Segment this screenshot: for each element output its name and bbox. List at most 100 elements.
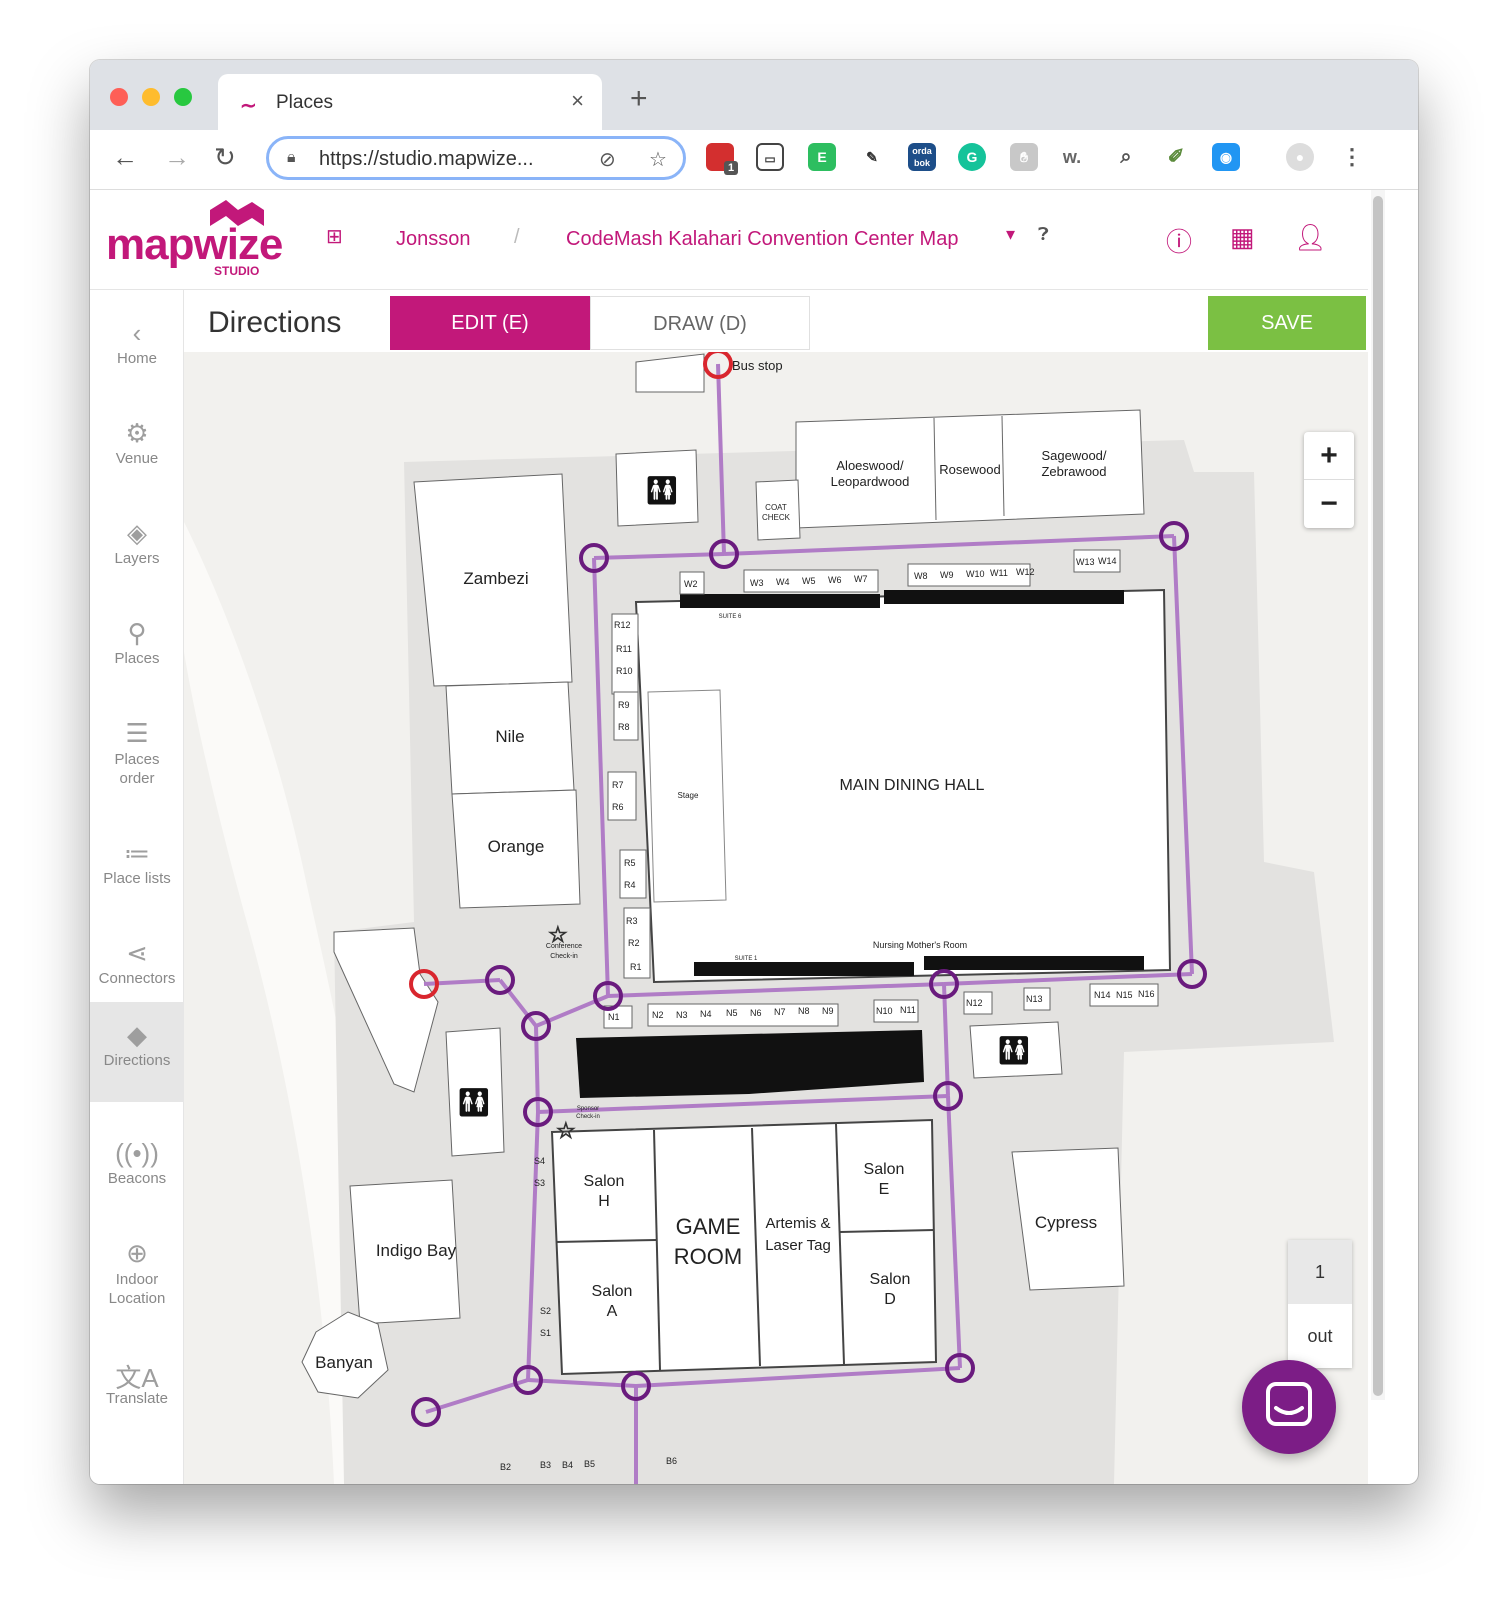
ordbok-extension-icon[interactable]: orda bok	[908, 143, 936, 171]
profile-avatar-icon[interactable]: ●	[1286, 143, 1314, 171]
building-icon[interactable]: ▦	[1230, 222, 1255, 253]
zoom-in-button[interactable]: +	[1304, 432, 1354, 480]
booth-label: N8	[798, 1006, 810, 1016]
booth-label: N16	[1138, 989, 1155, 999]
booth-label: W5	[802, 576, 816, 586]
booth-label: R5	[624, 858, 636, 868]
booth-label: R7	[612, 780, 624, 790]
booth-label: N13	[1026, 994, 1043, 1004]
floor-out-button[interactable]: out	[1288, 1304, 1352, 1368]
mapwize-studio-app: mapwize STUDIO ⊞ Jonsson / CodeMash Kala…	[90, 190, 1418, 1484]
grammarly-extension-icon[interactable]: G	[958, 143, 986, 171]
help-icon[interactable]: ⓘ	[1166, 222, 1192, 259]
booth-label: W9	[940, 570, 954, 580]
dropper-extension-icon[interactable]: ✐	[1162, 143, 1190, 171]
location-pin-icon: ⚲	[127, 618, 147, 648]
evernote-extension-icon[interactable]: E	[808, 143, 836, 171]
organization-link[interactable]: Jonsson	[396, 228, 471, 251]
sidebar-item-places[interactable]: ⚲ Places	[90, 600, 184, 700]
star-icon[interactable]: ☆	[649, 147, 667, 172]
booth-label: N5	[726, 1008, 738, 1018]
layers-icon: ◈	[127, 518, 147, 548]
sidebar-item-translate[interactable]: 文A Translate	[90, 1340, 184, 1440]
map-canvas[interactable]: Bus stop Aloeswood/ Leopardwood Rosewood…	[184, 349, 1368, 1484]
sidebar-item-venue[interactable]: ⚙︎ Venue	[90, 400, 184, 500]
room-label-salon-d-letter: D	[884, 1291, 896, 1308]
floor-plan[interactable]: Bus stop Aloeswood/ Leopardwood Rosewood…	[184, 349, 1368, 1484]
booth-label: N6	[750, 1008, 762, 1018]
sidebar-item-beacons[interactable]: ((•)) Beacons	[90, 1120, 184, 1220]
tab-close-icon[interactable]: ×	[571, 88, 584, 114]
main-content: Bus stop Aloeswood/ Leopardwood Rosewood…	[184, 290, 1368, 1484]
venue-link[interactable]: CodeMash Kalahari Convention Center Map	[566, 228, 958, 251]
venue-dropdown-icon[interactable]: ▾	[1006, 224, 1015, 245]
booth-label: B6	[666, 1456, 677, 1466]
gear-icon: ⚙︎	[125, 418, 149, 448]
cast-icon[interactable]: ▭	[756, 143, 784, 171]
pen-extension-icon[interactable]: ✎	[858, 143, 886, 171]
adblock-extension-icon[interactable]: 1	[706, 143, 738, 175]
help-small-icon[interactable]: ❓︎	[1038, 224, 1049, 245]
sidebar-item-place-lists[interactable]: ≔ Place lists	[90, 820, 184, 920]
edit-mode-button[interactable]: EDIT (E)	[390, 296, 590, 350]
chat-launcher-button[interactable]	[1242, 1360, 1336, 1454]
blocked-cookie-icon[interactable]: ⊘	[599, 147, 616, 172]
sort-icon: ☰	[125, 718, 149, 748]
booth-label: N11	[900, 1005, 916, 1015]
address-bar[interactable]: 🔒︎ https://studio.mapwize... ⊘ ☆	[266, 136, 686, 180]
search-extension-icon[interactable]: ⌕	[1112, 143, 1140, 171]
back-icon[interactable]: ←	[112, 142, 138, 173]
room-label-laser-tag: Laser Tag	[765, 1237, 831, 1254]
vertical-scroll-thumb[interactable]	[1373, 196, 1383, 1396]
directions-icon: ◆	[127, 1020, 147, 1050]
zoom-out-button[interactable]: −	[1304, 480, 1354, 528]
booth-label: W13	[1076, 557, 1095, 567]
new-tab-button[interactable]: +	[630, 82, 648, 116]
booth-label: W7	[854, 574, 868, 584]
chevron-left-icon: ‹	[132, 318, 142, 348]
room-label-stage: Stage	[678, 791, 699, 800]
directions-toolbar: Directions EDIT (E) DRAW (D) SAVE	[184, 290, 1368, 352]
draw-mode-button[interactable]: DRAW (D)	[590, 296, 810, 350]
forward-icon[interactable]: →	[164, 142, 190, 173]
hand-extension-icon[interactable]: ✋︎	[1010, 143, 1038, 171]
mapwize-logo[interactable]: mapwize	[106, 220, 283, 270]
close-window-button[interactable]	[110, 88, 128, 106]
reload-icon[interactable]: ↻	[214, 142, 236, 173]
sidebar-item-directions[interactable]: ◆ Directions	[90, 1002, 184, 1102]
booth-label: N15	[1116, 990, 1133, 1000]
conference-star-icon: ☆	[548, 922, 568, 947]
floor-1-button[interactable]: 1	[1288, 1240, 1352, 1304]
room-label-leopardwood: Leopardwood	[831, 474, 910, 489]
room-label-game-room: GAME	[676, 1214, 741, 1239]
booth-label: S1	[540, 1328, 551, 1338]
room-label-salon-h-letter: H	[598, 1193, 610, 1210]
sidebar-item-home[interactable]: ‹ Home	[90, 300, 184, 400]
minimize-window-button[interactable]	[142, 88, 160, 106]
vertical-scrollbar[interactable]	[1371, 190, 1385, 1400]
room-label-salon-h: Salon	[584, 1173, 625, 1190]
sidebar-item-places-order[interactable]: ☰ Places order	[90, 700, 184, 800]
kebab-menu-icon[interactable]: ⋮	[1338, 143, 1366, 171]
room-label-zambezi: Zambezi	[463, 569, 528, 588]
mapwize-favicon-icon: ∼	[240, 95, 257, 117]
browser-toolbar: ← → ↻ 🔒︎ https://studio.mapwize... ⊘ ☆ 1…	[90, 130, 1418, 190]
booth-label: B3	[540, 1460, 551, 1470]
room-label-game-room-2: ROOM	[674, 1244, 742, 1269]
target-extension-icon[interactable]: ◉	[1212, 143, 1240, 171]
booth-label: B2	[500, 1462, 511, 1472]
browser-tab[interactable]: ∼ Places ×	[218, 74, 602, 130]
sidebar-item-indoor-location[interactable]: ⊕ Indoor Location	[90, 1220, 184, 1320]
user-icon[interactable]: 👤︎	[1294, 222, 1327, 253]
sidebar-item-layers[interactable]: ◈ Layers	[90, 500, 184, 600]
booth-label: W3	[750, 578, 764, 588]
add-layer-icon[interactable]: ⊞	[326, 224, 343, 249]
save-button[interactable]: SAVE	[1208, 296, 1366, 350]
maximize-window-button[interactable]	[174, 88, 192, 106]
tab-bar: ∼ Places × +	[90, 60, 1418, 130]
booth-label: N4	[700, 1009, 712, 1019]
booth-label: N9	[822, 1006, 834, 1016]
booth-label: N14	[1094, 990, 1111, 1000]
w-extension-icon[interactable]: w.	[1058, 143, 1086, 171]
logo-subtitle: STUDIO	[214, 264, 260, 278]
